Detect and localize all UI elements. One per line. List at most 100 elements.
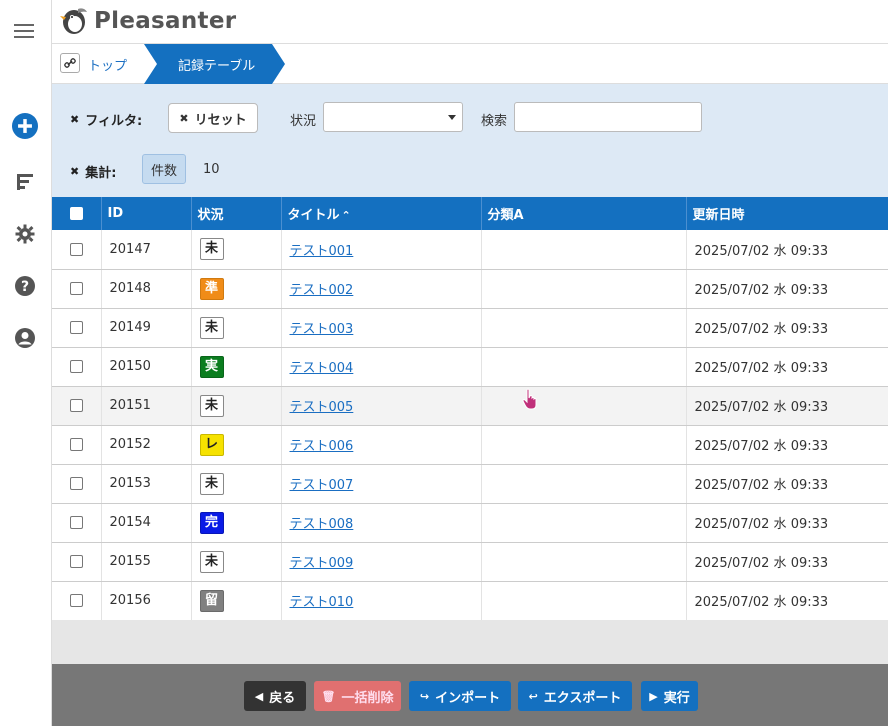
status-badge: 準 (199, 277, 224, 300)
title-link[interactable]: テスト005 (290, 400, 354, 415)
cell-status: 未 (191, 230, 282, 270)
gear-icon[interactable] (12, 221, 38, 247)
cell-status: 準 (191, 269, 282, 309)
logo-text: Pleasanter (94, 8, 237, 34)
column-header-status[interactable]: 状況 (191, 197, 282, 230)
title-link[interactable]: テスト010 (290, 595, 354, 610)
cell-class-a (481, 230, 687, 270)
cell-class-a (481, 542, 687, 582)
cell-class-a (481, 386, 687, 426)
status-filter-select[interactable] (323, 102, 463, 132)
status-badge: 実 (199, 355, 224, 378)
table-row[interactable]: 20150 実 テスト004 2025/07/02 水 09:33 (52, 347, 888, 387)
row-checkbox[interactable] (69, 516, 83, 529)
table-row[interactable]: 20151 未 テスト005 2025/07/02 水 09:33 (52, 386, 888, 426)
row-checkbox[interactable] (69, 399, 83, 412)
breadcrumb: トップ 記録テーブル (52, 44, 888, 84)
title-link[interactable]: テスト004 (290, 361, 354, 376)
run-label: 実行 (663, 690, 690, 706)
breadcrumb-current-label: 記録テーブル (178, 59, 256, 74)
cell-title: テスト006 (281, 425, 482, 465)
menu-icon[interactable] (14, 24, 34, 38)
title-link[interactable]: テスト006 (290, 439, 354, 454)
count-aggregate-badge[interactable]: 件数 (142, 154, 186, 184)
run-button[interactable]: ▶ 実行 (641, 681, 698, 711)
cell-class-a (481, 425, 687, 465)
row-checkbox[interactable] (69, 321, 83, 334)
search-input[interactable] (514, 102, 702, 132)
row-checkbox[interactable] (69, 438, 83, 451)
bulk-delete-button[interactable]: 🗑 一括削除 (314, 681, 401, 711)
table-row[interactable]: 20147 未 テスト001 2025/07/02 水 09:33 (52, 230, 888, 270)
row-checkbox[interactable] (69, 242, 83, 256)
count-label: 件数 (150, 163, 177, 179)
row-checkbox[interactable] (69, 594, 83, 607)
row-select-cell (52, 503, 102, 543)
row-select-cell (52, 230, 102, 270)
user-icon[interactable] (12, 325, 38, 351)
sort-icon[interactable] (12, 169, 38, 195)
row-checkbox[interactable] (69, 282, 83, 295)
title-link[interactable]: テスト009 (290, 556, 354, 571)
column-header-updated[interactable]: 更新日時 (686, 197, 888, 230)
trash-icon: 🗑 (321, 689, 336, 703)
row-checkbox[interactable] (69, 555, 83, 568)
table-row[interactable]: 20156 留 テスト010 2025/07/02 水 09:33 (52, 581, 888, 621)
cell-title: テスト004 (281, 347, 482, 387)
row-checkbox[interactable] (69, 360, 83, 373)
title-link[interactable]: テスト007 (290, 478, 354, 493)
cell-updated: 2025/07/02 水 09:33 (686, 542, 888, 582)
aggregate-toggle[interactable]: ✖ 集計: (70, 162, 116, 181)
title-link[interactable]: テスト008 (290, 517, 354, 532)
table-row[interactable]: 20153 未 テスト007 2025/07/02 水 09:33 (52, 464, 888, 504)
cell-title: テスト007 (281, 464, 482, 504)
breadcrumb-current[interactable]: 記録テーブル (144, 44, 285, 84)
reset-button[interactable]: ✖ リセット (168, 103, 258, 133)
table-row[interactable]: 20155 未 テスト009 2025/07/02 水 09:33 (52, 542, 888, 582)
back-label: 戻る (269, 690, 296, 706)
cell-class-a (481, 464, 687, 504)
status-badge: 未 (199, 316, 224, 339)
cell-id: 20152 (101, 425, 192, 465)
title-link[interactable]: テスト002 (290, 283, 354, 298)
table-row[interactable]: 20152 レ テスト006 2025/07/02 水 09:33 (52, 425, 888, 465)
column-header-class-a[interactable]: 分類A (481, 197, 687, 230)
filter-toggle[interactable]: ✖ フィルタ: (70, 110, 142, 129)
svg-text:?: ? (21, 279, 29, 295)
cell-id: 20155 (101, 542, 192, 582)
table-row[interactable]: 20154 完 テスト008 2025/07/02 水 09:33 (52, 503, 888, 543)
close-icon: ✖ (70, 113, 80, 126)
table-row[interactable]: 20148 準 テスト002 2025/07/02 水 09:33 (52, 269, 888, 309)
help-icon[interactable]: ? (12, 273, 38, 299)
row-select-cell (52, 269, 102, 309)
cell-updated: 2025/07/02 水 09:33 (686, 581, 888, 621)
import-button[interactable]: ↪ インポート (409, 681, 511, 711)
cell-updated: 2025/07/02 水 09:33 (686, 230, 888, 270)
column-header-title[interactable]: タイトル ⌃ (281, 197, 482, 230)
title-link[interactable]: テスト003 (290, 322, 354, 337)
back-button[interactable]: ◀ 戻る (244, 681, 306, 711)
hand-cursor-icon (522, 388, 540, 414)
logo[interactable]: Pleasanter (60, 7, 236, 35)
row-select-cell (52, 386, 102, 426)
status-badge: 未 (199, 238, 224, 261)
export-button[interactable]: ↩ エクスポート (518, 681, 632, 711)
cell-updated: 2025/07/02 水 09:33 (686, 347, 888, 387)
title-link[interactable]: テスト001 (290, 244, 354, 259)
penguin-logo-icon (60, 8, 87, 34)
select-all-checkbox[interactable] (69, 207, 83, 220)
cell-updated: 2025/07/02 水 09:33 (686, 464, 888, 504)
row-select-cell (52, 542, 102, 582)
cell-title: テスト001 (281, 230, 482, 270)
cell-id: 20150 (101, 347, 192, 387)
link-icon[interactable] (60, 53, 80, 73)
status-badge: 未 (199, 394, 224, 417)
breadcrumb-top-link[interactable]: トップ (88, 55, 127, 74)
status-badge: 未 (199, 472, 224, 495)
table-row[interactable]: 20149 未 テスト003 2025/07/02 水 09:33 (52, 308, 888, 348)
cell-updated: 2025/07/02 水 09:33 (686, 308, 888, 348)
row-checkbox[interactable] (69, 477, 83, 490)
add-icon[interactable] (12, 113, 38, 139)
column-header-id[interactable]: ID (101, 197, 192, 230)
row-select-cell (52, 425, 102, 465)
